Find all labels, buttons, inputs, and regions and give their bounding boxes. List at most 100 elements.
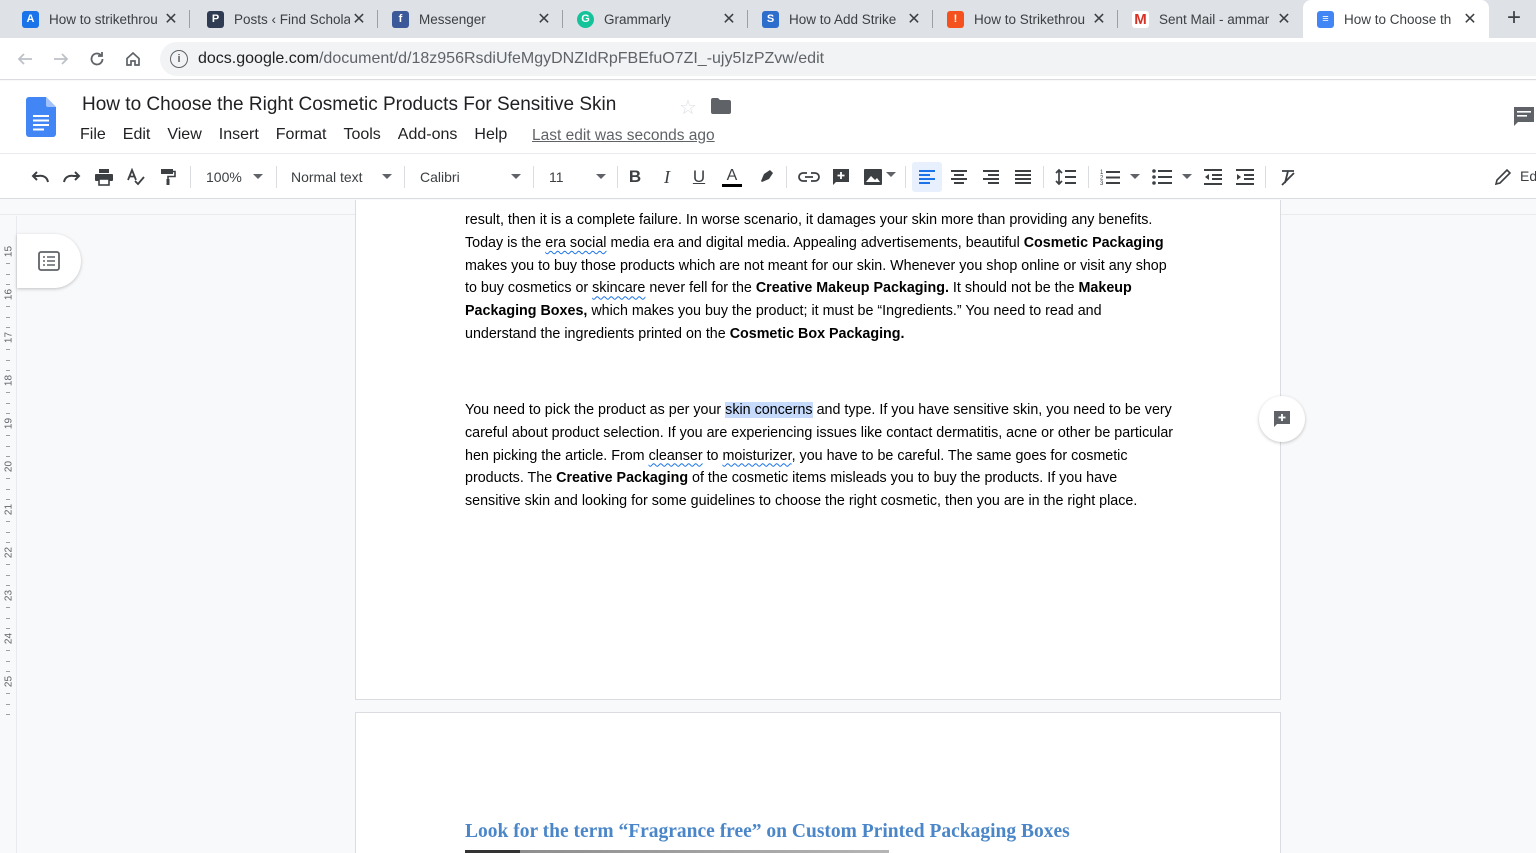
browser-tab[interactable]: G Grammarly ✕ [555,0,748,38]
document-page[interactable]: Look for the term “Fragrance free” on Cu… [355,712,1281,853]
spelling-flagged-word[interactable]: moisturizer [722,448,791,464]
section-heading[interactable]: Look for the term “Fragrance free” on Cu… [465,821,1070,843]
highlight-color-icon[interactable] [754,165,778,189]
align-justify-icon[interactable] [1011,165,1035,189]
menu-tools[interactable]: Tools [343,126,380,144]
forward-arrow-icon[interactable] [48,46,74,72]
document-outline-button[interactable] [17,234,81,288]
browser-tab[interactable]: ! How to Strikethrou ✕ [925,0,1118,38]
vruler-label: 19 [3,417,15,430]
vruler-tick [6,585,10,587]
zoom-dropdown-icon[interactable] [253,174,263,179]
paragraph[interactable]: You need to pick the product as per your… [465,399,1175,513]
document-page[interactable]: result, then it is a complete failure. I… [355,200,1281,700]
spellcheck-icon[interactable] [124,165,148,189]
vruler-tick [6,531,10,533]
vertical-ruler[interactable]: 15 16 17 18 19 20 21 22 23 24 25 [0,216,17,853]
tab-close-icon[interactable]: ✕ [162,9,180,29]
vruler-tick [6,488,10,490]
menu-view[interactable]: View [167,126,201,144]
browser-tab[interactable]: S How to Add Strike ✕ [740,0,933,38]
selected-text[interactable]: skin concerns [725,402,813,418]
vruler-tick [6,327,10,329]
align-right-icon[interactable] [979,165,1003,189]
text-run: media era and digital media. Appealing a… [606,234,1024,251]
tab-close-icon[interactable]: ✕ [350,9,368,29]
browser-tab[interactable]: A How to strikethrou ✕ [0,0,190,38]
bulleted-list-dropdown-icon[interactable] [1182,174,1192,179]
insert-image-icon[interactable] [861,165,885,189]
tab-close-icon[interactable]: ✕ [535,9,553,29]
menu-help[interactable]: Help [474,126,507,144]
editing-mode-pencil-icon[interactable] [1491,165,1515,189]
star-icon[interactable]: ☆ [679,95,697,120]
underline-icon[interactable]: U [687,165,711,189]
spelling-flagged-word[interactable]: skincare [592,280,645,296]
tab-title: How to Strikethrou [974,11,1086,27]
vruler-tick [6,456,10,458]
text-run: It should not be the [948,280,1079,297]
editing-mode-label[interactable]: Ed [1520,168,1536,184]
decrease-indent-icon[interactable] [1201,165,1225,189]
browser-tab[interactable]: P Posts ‹ Find Schola ✕ [185,0,378,38]
undo-icon[interactable] [28,165,52,189]
paragraph-style-select[interactable]: Normal text [291,169,363,185]
bulleted-list-icon[interactable] [1150,165,1174,189]
browser-tab[interactable]: f Messenger ✕ [370,0,563,38]
numbered-list-dropdown-icon[interactable] [1130,174,1140,179]
font-dropdown-icon[interactable] [511,174,521,179]
tab-close-icon[interactable]: ✕ [1275,9,1293,29]
spelling-flagged-word[interactable]: cleanser [649,448,703,464]
reload-icon[interactable] [84,46,110,72]
add-comment-button[interactable] [1259,396,1305,442]
tab-close-icon[interactable]: ✕ [905,9,923,29]
tab-close-icon[interactable]: ✕ [1090,9,1108,29]
tab-close-icon[interactable]: ✕ [720,9,738,29]
browser-tab-active[interactable]: ≡ How to Choose th ✕ [1303,0,1489,38]
style-dropdown-icon[interactable] [382,174,392,179]
comment-history-icon[interactable] [1512,106,1536,128]
grammar-flagged-word[interactable]: era social [545,235,606,251]
insert-comment-icon[interactable] [829,165,853,189]
new-tab-plus-icon[interactable]: + [1500,6,1528,32]
back-arrow-icon[interactable] [12,46,38,72]
increase-indent-icon[interactable] [1233,165,1257,189]
image-dropdown-icon[interactable] [886,172,896,177]
google-docs-logo-icon[interactable] [26,97,56,137]
menu-format[interactable]: Format [276,126,327,144]
bold-icon[interactable]: B [623,165,647,189]
vruler-label: 25 [3,675,15,688]
paint-format-icon[interactable] [156,165,180,189]
document-title[interactable]: How to Choose the Right Cosmetic Product… [82,94,616,116]
tab-favicon-icon: ≡ [1317,10,1334,28]
folder-icon[interactable] [711,98,731,114]
browser-tab[interactable]: M Sent Mail - ammar ✕ [1110,0,1303,38]
redo-icon[interactable] [60,165,84,189]
last-edit-link[interactable]: Last edit was seconds ago [532,127,715,145]
home-icon[interactable] [120,46,146,72]
font-family-select[interactable]: Calibri [420,169,460,185]
vruler-tick [6,305,10,307]
site-info-icon[interactable]: i [170,50,188,68]
align-left-icon[interactable] [912,162,942,192]
font-size-select[interactable]: 11 [549,169,564,185]
address-bar[interactable]: i docs.google.com/document/d/18z956RsdiU… [160,42,1536,76]
clear-formatting-icon[interactable] [1276,165,1300,189]
insert-link-icon[interactable] [797,165,821,189]
paragraph[interactable]: result, then it is a complete failure. I… [465,209,1175,346]
menu-add-ons[interactable]: Add-ons [398,126,458,144]
text-color-icon[interactable]: A [720,165,744,189]
menu-file[interactable]: File [80,126,106,144]
italic-icon[interactable]: I [655,165,679,189]
line-spacing-icon[interactable] [1054,165,1078,189]
size-dropdown-icon[interactable] [596,174,606,179]
menu-insert[interactable]: Insert [219,126,259,144]
menu-edit[interactable]: Edit [123,126,151,144]
print-icon[interactable] [92,165,116,189]
bold-text-run: Cosmetic Box Packaging. [729,325,905,342]
zoom-select[interactable]: 100% [206,169,242,185]
vruler-tick [6,402,10,404]
align-center-icon[interactable] [947,165,971,189]
tab-close-icon[interactable]: ✕ [1461,9,1479,29]
numbered-list-icon[interactable]: 123 [1098,165,1122,189]
